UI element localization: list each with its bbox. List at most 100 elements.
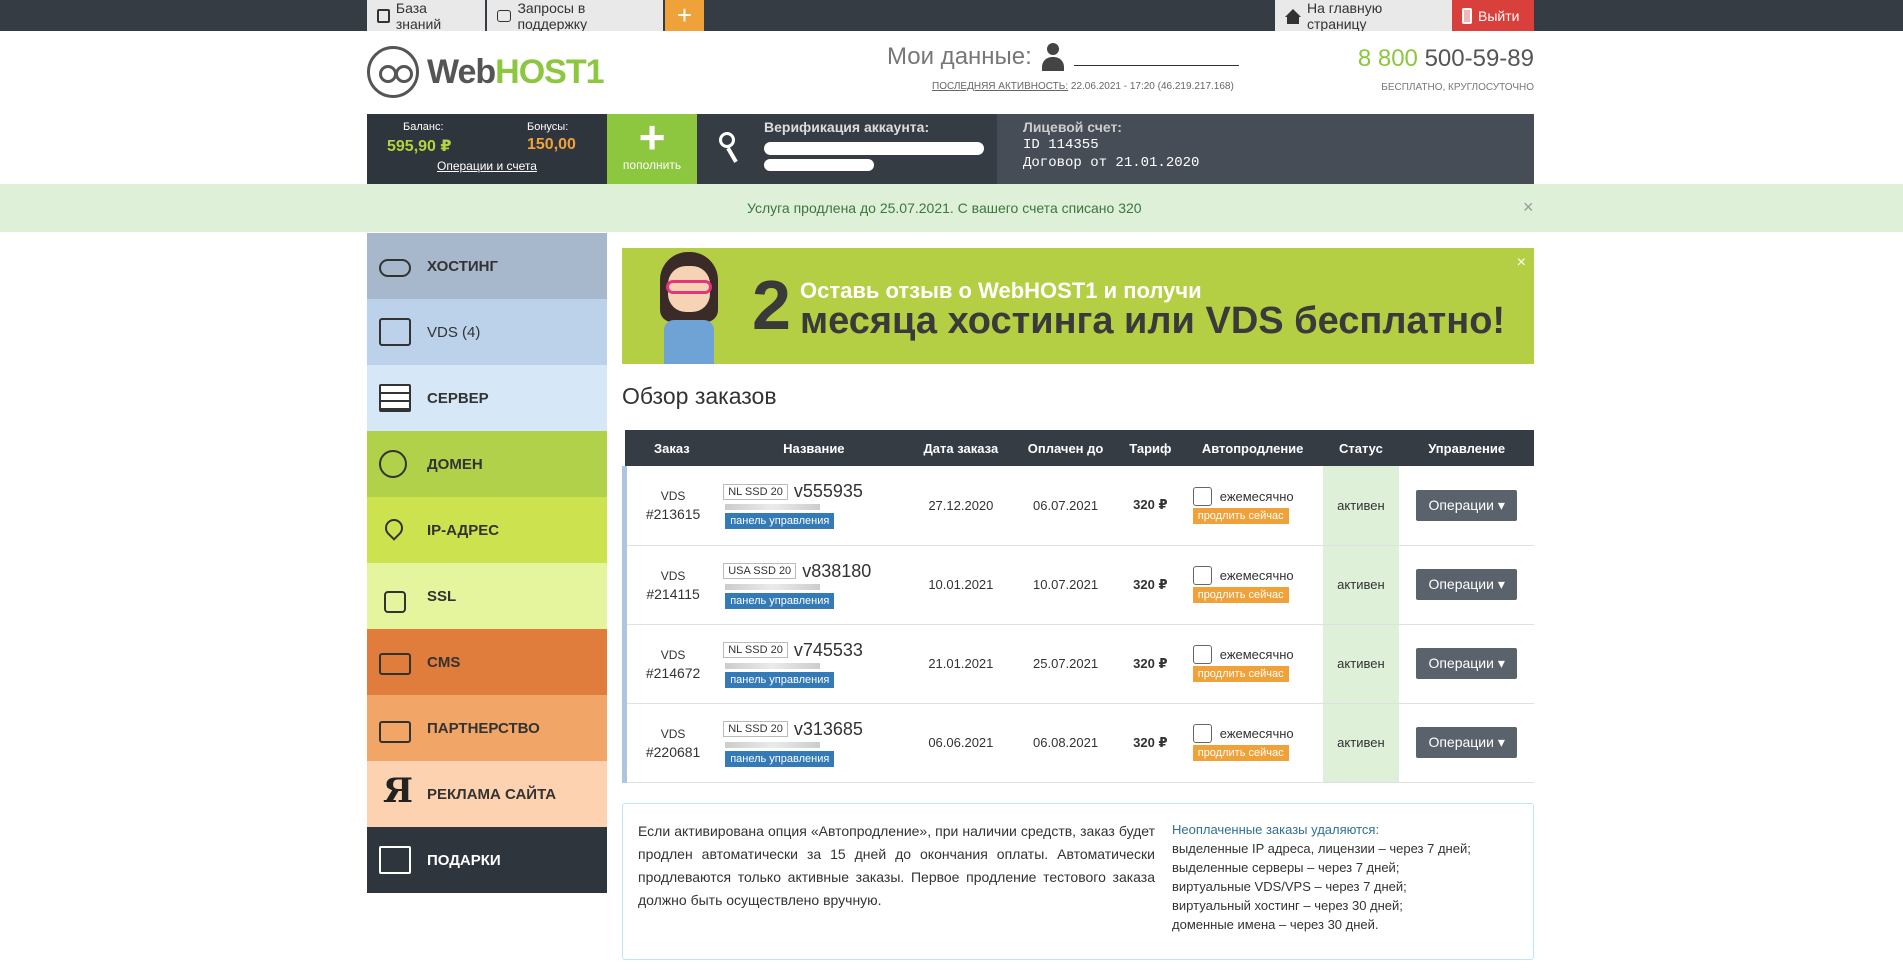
ip-redacted (725, 504, 821, 511)
order-date: 21.01.2021 (908, 624, 1014, 704)
cloud-icon (379, 259, 411, 277)
col-autorenew: Автопродление (1182, 430, 1323, 466)
autorenew-checkbox[interactable] (1192, 486, 1212, 506)
table-header: Заказ Название Дата заказа Оплачен до Та… (624, 430, 1534, 466)
control-panel-button[interactable]: панель управления (725, 513, 835, 530)
status-badge: активен (1322, 624, 1400, 704)
verification-redacted (764, 142, 984, 155)
bonus-value: 150,00 (527, 136, 576, 153)
tariff-price: 320 ₽ (1117, 545, 1183, 625)
verification-title: Верификация аккаунта: (764, 119, 930, 135)
logo[interactable]: WebHOST1 (367, 46, 605, 98)
name-cell: NL SSD 20 v555935 панель управления (719, 466, 909, 546)
promo-banner[interactable]: 2 Оставь отзыв о WebHOST1 и получи месяц… (622, 248, 1534, 364)
sidebar-item-ssl[interactable]: SSL (367, 563, 607, 629)
logo-mascot-icon (367, 46, 419, 98)
renew-now-button[interactable]: продлить сейчас (1192, 745, 1289, 761)
sidebar-item-advertising[interactable]: Я РЕКЛАМА САЙТА (367, 761, 607, 827)
control-panel-button[interactable]: панель управления (725, 750, 835, 767)
operations-link[interactable]: Операции и счета (437, 159, 537, 173)
knowledge-base-label: База знаний (395, 0, 442, 32)
server-name: v838180 (802, 560, 872, 581)
globe-icon (379, 450, 407, 478)
status-badge: активен (1322, 545, 1400, 625)
phone-number: 8 800 500-59-89 (1358, 45, 1534, 73)
order-date: 27.12.2020 (908, 466, 1014, 546)
monthly-label: ежемесячно (1219, 488, 1294, 504)
user-icon (1041, 43, 1064, 71)
operations-dropdown[interactable]: Операции ▾ (1416, 569, 1517, 600)
autorenew-cell: ежемесячно продлить сейчас (1182, 624, 1323, 704)
knowledge-base-link[interactable]: База знаний (367, 0, 485, 32)
table-row: VDS #214672 NL SSD 20 v745533 панель управ… (622, 624, 1534, 704)
order-cell: VDS #213615 (622, 466, 720, 546)
top-bar: База знаний Запросы в поддержку + На гла… (0, 0, 1903, 32)
order-cell: VDS #214672 (622, 624, 720, 704)
add-request-button[interactable]: + (665, 0, 704, 31)
verification-box[interactable]: Верификация аккаунта: (697, 114, 997, 184)
account-bar: Баланс: 595,90 ₽ Бонусы: 150,00 Операции… (367, 114, 1534, 184)
sidebar-item-gifts[interactable]: ПОДАРКИ (367, 827, 607, 893)
plan-tag: NL SSD 20 (723, 483, 788, 500)
sidebar-item-cms[interactable]: CMS (367, 629, 607, 695)
my-data[interactable]: Мои данные: (887, 43, 1239, 71)
sidebar-item-label: РЕКЛАМА САЙТА (427, 785, 557, 803)
name-cell: USA SSD 20 v838180 панель управления (719, 545, 909, 625)
operations-dropdown[interactable]: Операции ▾ (1416, 648, 1517, 679)
notice-close-icon[interactable]: × (1523, 197, 1534, 218)
autorenew-cell: ежемесячно продлить сейчас (1182, 466, 1323, 546)
status-badge: активен (1322, 466, 1400, 546)
logout-button[interactable]: Выйти (1452, 0, 1534, 31)
sidebar: ХОСТИНГ VDS (4) СЕРВЕР ДОМЕН IP-АДРЕС SS… (367, 233, 607, 893)
balance-label: Баланс: (403, 121, 444, 133)
plus-icon: + (638, 111, 666, 163)
logout-icon (1462, 7, 1472, 24)
autorenew-checkbox[interactable] (1192, 645, 1212, 664)
renew-now-button[interactable]: продлить сейчас (1192, 587, 1289, 603)
control-panel-button[interactable]: панель управления (725, 671, 835, 688)
sidebar-item-server[interactable]: СЕРВЕР (367, 365, 607, 431)
topup-button[interactable]: + пополнить (607, 114, 697, 184)
renew-now-button[interactable]: продлить сейчас (1192, 666, 1289, 682)
actions-cell: Операции ▾ (1399, 624, 1534, 704)
sidebar-item-partnership[interactable]: ПАРТНЕРСТВО (367, 695, 607, 761)
deletion-info: Неоплаченные заказы удаляются: выделенны… (1172, 820, 1471, 934)
autorenew-checkbox[interactable] (1192, 724, 1212, 743)
operations-dropdown[interactable]: Операции ▾ (1416, 727, 1517, 758)
home-icon (1285, 8, 1301, 24)
autorenew-checkbox[interactable] (1192, 566, 1212, 585)
paid-until: 25.07.2021 (1013, 624, 1118, 704)
operations-dropdown[interactable]: Операции ▾ (1416, 489, 1517, 521)
header: WebHOST1 Мои данные: ПОСЛЕДНЯЯ АКТИВНОСТ… (0, 31, 1903, 114)
account-title: Лицевой счет: (1023, 119, 1122, 135)
key-icon (719, 132, 735, 148)
username-redacted[interactable] (1073, 48, 1239, 66)
sidebar-item-label: ХОСТИНГ (427, 257, 499, 275)
col-name: Название (719, 430, 909, 466)
home-link[interactable]: На главную страницу (1275, 0, 1452, 32)
control-panel-button[interactable]: панель управления (725, 592, 835, 609)
sidebar-item-domain[interactable]: ДОМЕН (367, 431, 607, 497)
sidebar-item-vds[interactable]: VDS (4) (367, 299, 607, 365)
col-paid-until: Оплачен до (1013, 430, 1118, 466)
support-requests-link[interactable]: Запросы в поддержку (487, 0, 663, 32)
success-notice: Услуга продлена до 25.07.2021. С вашего … (0, 184, 1903, 232)
sidebar-item-label: IP-АДРЕС (427, 521, 500, 539)
server-name: v555935 (793, 481, 863, 502)
plan-tag: NL SSD 20 (723, 721, 788, 737)
sidebar-item-hosting[interactable]: ХОСТИНГ (367, 233, 607, 299)
paid-until: 06.08.2021 (1013, 703, 1118, 783)
mascot-girl-icon (650, 252, 730, 364)
last-activity-label[interactable]: ПОСЛЕДНЯЯ АКТИВНОСТЬ: (932, 81, 1068, 92)
sidebar-item-ip[interactable]: IP-АДРЕС (367, 497, 607, 563)
col-order: Заказ (624, 430, 720, 466)
paid-until: 06.07.2021 (1013, 466, 1118, 546)
col-date: Дата заказа (908, 430, 1014, 466)
banner-close-icon[interactable]: × (1517, 254, 1526, 272)
briefcase-icon (379, 721, 411, 743)
monthly-label: ежемесячно (1219, 568, 1294, 583)
last-activity: ПОСЛЕДНЯЯ АКТИВНОСТЬ: 22.06.2021 - 17:20… (932, 81, 1234, 92)
vds-cloud-icon (379, 318, 411, 346)
renew-now-button[interactable]: продлить сейчас (1192, 507, 1289, 524)
sidebar-item-label: ДОМЕН (427, 455, 483, 473)
